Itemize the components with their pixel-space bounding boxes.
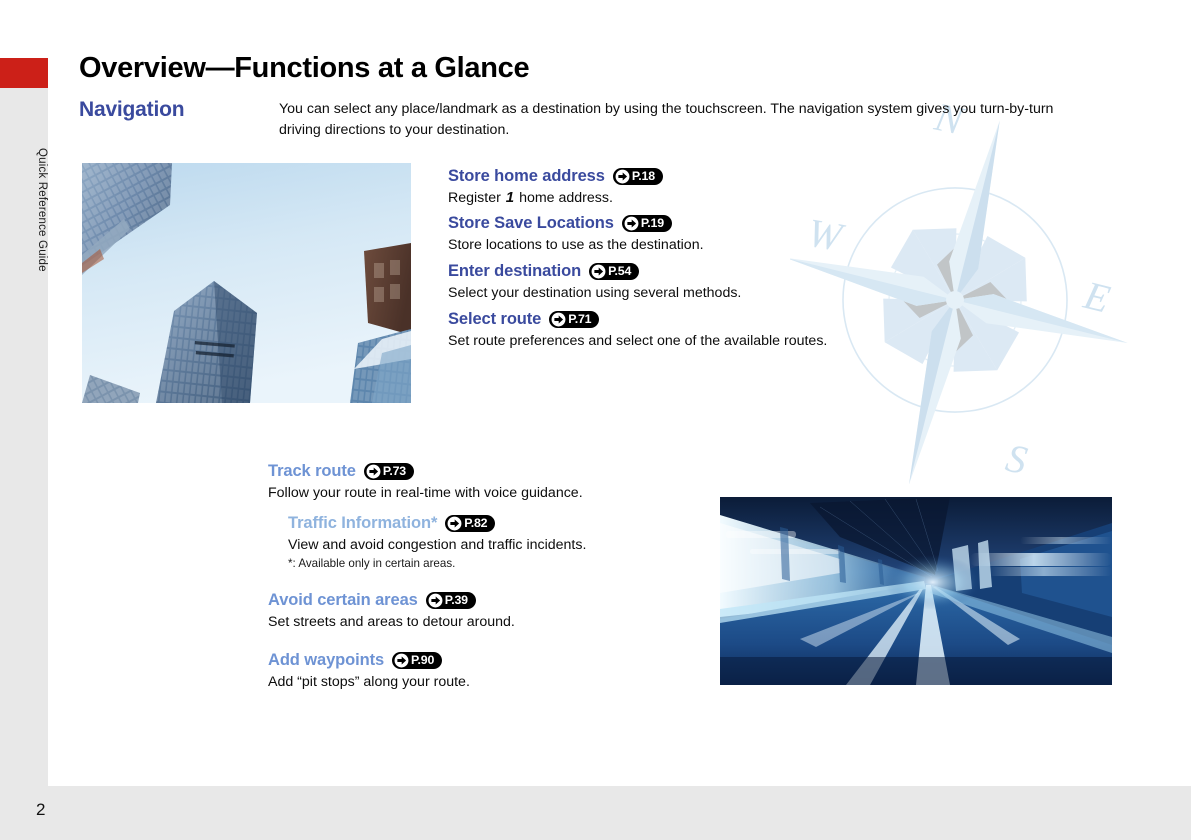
page-reference-label: P.39 [444,592,468,607]
feature-avoid-certain-areas: Avoid certain areas P.39 Set streets and… [268,589,515,632]
feature-heading: Traffic Information* P.82 [288,512,586,534]
arrow-right-icon [615,169,630,183]
feature-description: Follow your route in real-time with voic… [268,485,583,501]
section-heading-navigation: Navigation [79,98,185,121]
compass-label-w: W [804,210,848,261]
feature-title: Select route [448,310,542,328]
feature-description: Select your destination using several me… [448,285,742,301]
photo-city-skyscrapers [82,163,411,403]
compass-rose-watermark: N W E S [790,94,1128,485]
page-title: Overview—Functions at a Glance [79,52,530,84]
page-reference-badge[interactable]: P.19 [621,214,672,232]
page-number: 2 [36,800,46,819]
feature-heading: Avoid certain areas P.39 [268,589,515,611]
page-reference-label: P.82 [464,515,488,530]
feature-track-route: Track route P.73 Follow your route in re… [268,460,583,503]
page-reference-label: P.54 [608,263,632,278]
feature-description: Set streets and areas to detour around. [268,614,515,630]
sidebar-tab-label: Quick Reference Guide [36,148,48,272]
feature-description: Register 1 home address. [448,188,663,208]
compass-label-s: S [1002,435,1031,483]
feature-title: Track route [268,462,356,480]
feature-store-home-address: Store home address P.18 Register 1 home … [448,165,663,208]
feature-description: Store locations to use as the destinatio… [448,237,704,253]
arrow-right-icon [366,464,381,478]
arrow-right-icon [624,216,639,230]
intro-paragraph: You can select any place/landmark as a d… [279,101,1054,138]
compass-label-e: E [1079,272,1115,322]
arrow-right-icon [428,593,443,607]
feature-add-waypoints: Add waypoints P.90 Add “pit stops” along… [268,649,470,692]
page-reference-badge[interactable]: P.54 [589,262,640,280]
feature-heading: Add waypoints P.90 [268,649,470,671]
page-reference-badge[interactable]: P.39 [425,591,476,609]
feature-title: Enter destination [448,262,582,280]
page-reference-label: P.73 [382,463,406,478]
feature-description: Add “pit stops” along your route. [268,674,470,690]
desc-part-before: Register [448,190,505,206]
feature-traffic-information: Traffic Information* P.82 View and avoid… [288,512,586,572]
page-reference-label: P.71 [568,311,592,326]
page-reference-label: P.18 [631,168,655,183]
feature-heading: Store Save Locations P.19 [448,212,704,234]
feature-title: Store home address [448,167,605,185]
page-reference-badge[interactable]: P.18 [612,167,663,185]
feature-footnote: *: Available only in certain areas. [288,557,456,570]
page-reference-label: P.90 [411,652,435,667]
page-reference-badge[interactable]: P.90 [392,651,443,669]
desc-part-after: home address. [515,190,613,206]
page-reference-badge[interactable]: P.73 [363,462,414,480]
feature-heading: Track route P.73 [268,460,583,482]
page-reference-badge[interactable]: P.82 [445,514,496,532]
feature-enter-destination: Enter destination P.54 Select your desti… [448,260,741,303]
feature-title: Add waypoints [268,651,385,669]
photo-tunnel-motion-blur [720,497,1112,685]
sidebar-red-tab [0,58,48,88]
feature-title: Traffic Information* [288,514,438,532]
feature-store-save-locations: Store Save Locations P.19 Store location… [448,212,704,255]
feature-heading: Select route P.71 [448,308,827,330]
feature-heading: Enter destination P.54 [448,260,741,282]
feature-select-route: Select route P.71 Set route preferences … [448,308,827,351]
feature-title: Store Save Locations [448,214,614,232]
arrow-right-icon [591,264,606,278]
feature-heading: Store home address P.18 [448,165,663,187]
footer-bar [0,786,1191,840]
feature-title: Avoid certain areas [268,591,418,609]
arrow-right-icon [394,653,409,667]
feature-description: View and avoid congestion and traffic in… [288,537,587,553]
desc-highlight-number: 1 [505,189,515,206]
arrow-right-icon [447,516,462,530]
arrow-right-icon [551,312,566,326]
page-reference-badge[interactable]: P.71 [549,310,600,328]
page-reference-label: P.19 [640,215,664,230]
feature-description: Set route preferences and select one of … [448,333,828,349]
